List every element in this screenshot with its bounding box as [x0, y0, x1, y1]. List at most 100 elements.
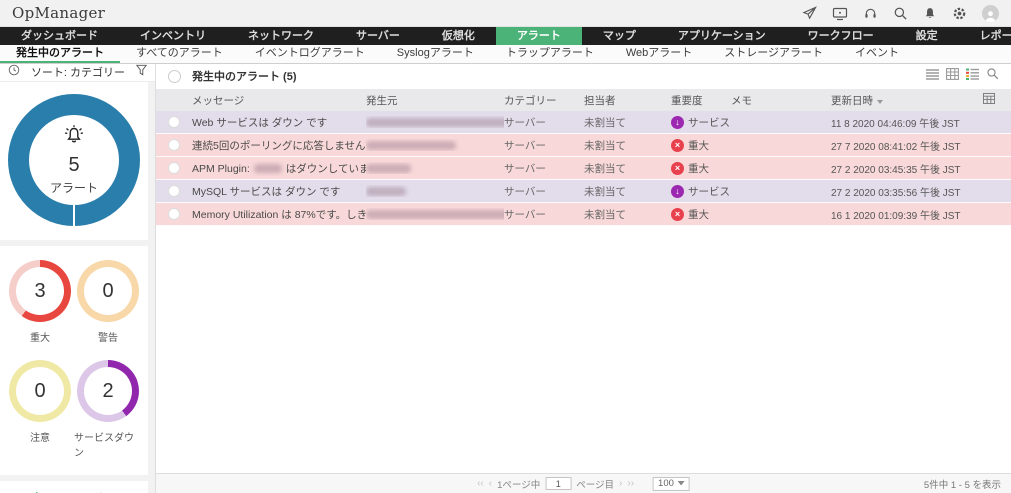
alert-message: MySQL サービスは ダウン です: [192, 185, 341, 198]
alert-message: 連続5回のポーリングに応答しませんでした: [192, 139, 366, 152]
critical-icon: ×: [671, 161, 684, 175]
header-message[interactable]: メッセージ: [192, 93, 366, 108]
list-view-icon[interactable]: [926, 67, 939, 85]
range-summary: 5件中 1 - 5 を表示: [923, 479, 1001, 491]
select-all-radio[interactable]: [168, 69, 181, 83]
nav-reports[interactable]: レポート: [959, 27, 1011, 45]
alert-subnav: 発生中のアラート すべてのアラート イベントログアラート Syslogアラート …: [0, 45, 1011, 63]
alert-category: サーバー: [504, 185, 546, 198]
critical-icon: ×: [671, 207, 684, 221]
total-alert-count: 5: [68, 154, 80, 176]
page-size-select[interactable]: 100: [653, 476, 690, 491]
table-search-icon[interactable]: [986, 67, 999, 85]
bell-icon[interactable]: [923, 6, 937, 21]
column-chooser-icon[interactable]: [983, 93, 1011, 107]
alert-severity: × 重大: [671, 138, 731, 153]
tab-trap-alerts[interactable]: トラップアラート: [490, 45, 610, 63]
alert-message: Memory Utilization は 87%です。しきい値(80%)違反で.…: [192, 208, 366, 221]
monitor-icon[interactable]: [832, 6, 848, 21]
tab-eventlog-alerts[interactable]: イベントログアラート: [239, 45, 381, 63]
alert-severity: ↓サービス...: [671, 184, 731, 199]
tab-syslog-alerts[interactable]: Syslogアラート: [381, 45, 490, 63]
alert-message: APM Plugin:はダウンしています。リソースが利...: [192, 162, 366, 175]
table-header: メッセージ 発生元 カテゴリー 担当者 重要度 メモ 更新日時: [156, 89, 1011, 111]
alert-category: サーバー: [504, 139, 546, 152]
headset-icon[interactable]: [863, 6, 878, 21]
last-page-icon[interactable]: ››: [627, 478, 634, 489]
sort-label: ソート: カテゴリー: [30, 67, 126, 79]
header-source[interactable]: 発生元: [366, 93, 504, 108]
next-page-icon[interactable]: ›: [619, 478, 622, 489]
nav-alerts[interactable]: アラート: [495, 27, 582, 45]
detail-list-view-icon[interactable]: [966, 67, 979, 85]
alert-assignee: 未割当て: [584, 185, 626, 198]
alert-category: サーバー: [504, 116, 546, 129]
nav-maps[interactable]: マップ: [582, 27, 657, 45]
filter-icon[interactable]: [135, 63, 148, 81]
nav-applications[interactable]: アプリケーション: [657, 27, 787, 45]
attention-label: 注意: [30, 433, 50, 444]
header-updated[interactable]: 更新日時: [831, 93, 983, 108]
user-avatar-icon[interactable]: [982, 4, 999, 22]
table-row[interactable]: 連続5回のポーリングに応答しませんでした サーバー 未割当て ×重大 27 7 …: [156, 134, 1011, 157]
header-memo[interactable]: メモ: [731, 93, 831, 108]
clock-icon[interactable]: [8, 63, 20, 81]
gauge-critical[interactable]: 3 重大: [9, 260, 71, 344]
nav-settings[interactable]: 設定: [895, 27, 959, 45]
servicedown-label: サービスダウン: [74, 433, 134, 459]
alert-assignee: 未割当て: [584, 162, 626, 175]
gauge-warning[interactable]: 0 警告: [77, 260, 139, 344]
rocket-icon[interactable]: [802, 5, 817, 21]
service-down-icon: ↓: [671, 184, 684, 198]
row-select-radio[interactable]: [168, 139, 180, 151]
acknowledge-summary: 0 確認 5 未確認: [0, 481, 148, 493]
alarm-bell-icon: [61, 124, 87, 153]
row-select-radio[interactable]: [168, 208, 180, 220]
alert-assignee: 未割当て: [584, 139, 626, 152]
tab-active-alerts[interactable]: 発生中のアラート: [0, 45, 120, 63]
gear-icon[interactable]: [952, 6, 967, 21]
total-alert-label: アラート: [49, 181, 98, 195]
alert-updated: 27 7 2020 08:41:02 午後 JST: [831, 141, 961, 153]
total-alerts-donut[interactable]: 5 アラート: [0, 82, 148, 240]
nav-workflow[interactable]: ワークフロー: [787, 27, 895, 45]
table-row[interactable]: MySQL サービスは ダウン です サーバー 未割当て ↓サービス... 27…: [156, 180, 1011, 203]
attention-count: 0: [16, 367, 64, 415]
tab-events[interactable]: イベント: [839, 45, 915, 63]
nav-dashboard[interactable]: ダッシュボード: [0, 27, 119, 45]
severity-gauges: 3 重大 0 警告 0 注意 2 サービスダウン: [0, 246, 148, 475]
tab-storage-alerts[interactable]: ストレージアラート: [708, 45, 839, 63]
alert-category: サーバー: [504, 162, 546, 175]
nav-inventory[interactable]: インベントリ: [119, 27, 227, 45]
alert-severity: × 重大: [671, 161, 731, 176]
card-view-icon[interactable]: [946, 67, 959, 85]
top-bar: OpManager: [0, 0, 1011, 27]
tab-web-alerts[interactable]: Webアラート: [610, 45, 708, 63]
row-select-radio[interactable]: [168, 162, 180, 174]
table-row[interactable]: Memory Utilization は 87%です。しきい値(80%)違反で.…: [156, 203, 1011, 226]
critical-icon: ×: [671, 138, 684, 152]
nav-network[interactable]: ネットワーク: [227, 27, 335, 45]
alert-source-blurred: [366, 116, 504, 128]
table-row[interactable]: Web サービスは ダウン です サーバー 未割当て ↓サービス... 11 8…: [156, 111, 1011, 134]
prev-page-icon[interactable]: ‹: [489, 478, 492, 489]
sort-caret-icon: [877, 99, 883, 104]
table-row[interactable]: APM Plugin:はダウンしています。リソースが利... サーバー 未割当て…: [156, 157, 1011, 180]
page-of-label: 1ページ中: [497, 479, 541, 491]
nav-virtualization[interactable]: 仮想化: [421, 27, 496, 45]
search-icon[interactable]: [893, 6, 908, 21]
row-select-radio[interactable]: [168, 116, 180, 128]
gauge-attention[interactable]: 0 注意: [9, 360, 71, 459]
warning-label: 警告: [98, 333, 118, 344]
tab-all-alerts[interactable]: すべてのアラート: [120, 45, 239, 63]
row-select-radio[interactable]: [168, 185, 180, 197]
page-number-input[interactable]: [545, 477, 572, 490]
first-page-icon[interactable]: ‹‹: [477, 478, 484, 489]
alert-source-blurred: [366, 139, 504, 151]
header-category[interactable]: カテゴリー: [504, 93, 584, 108]
header-assignee[interactable]: 担当者: [584, 93, 671, 108]
gauge-servicedown[interactable]: 2 サービスダウン: [74, 360, 142, 459]
app-logo: OpManager: [12, 4, 106, 22]
nav-server[interactable]: サーバー: [335, 27, 421, 45]
header-severity[interactable]: 重要度: [671, 93, 731, 108]
